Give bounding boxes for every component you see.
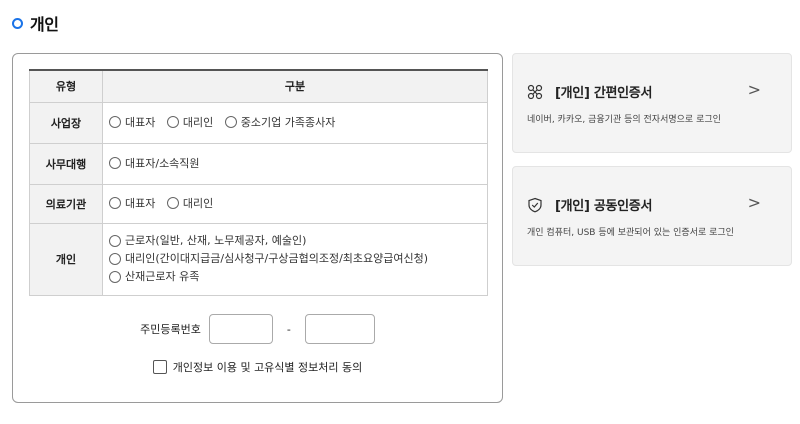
row-type-label: 사업장 xyxy=(29,101,103,144)
radio-personal-agent[interactable]: 대리인(간이대지급금/심사청구/구상금협의조정/최초요양급여신청) xyxy=(109,250,481,268)
row-options: 대표자 대리인 중소기업 가족종사자 xyxy=(102,101,488,144)
card-description: 개인 컴퓨터, USB 등에 보관되어 있는 인증서로 로그인 xyxy=(527,228,734,238)
consent-row[interactable]: 개인정보 이용 및 고유식별 정보처리 동의 xyxy=(13,359,502,375)
radio-personal-worker[interactable]: 근로자(일반, 산재, 노무제공자, 예술인) xyxy=(109,232,481,250)
radio-medical-owner[interactable]: 대표자 xyxy=(109,195,155,211)
card-head: [개인] 공동인증서 xyxy=(527,195,652,214)
row-type-label: 의료기관 xyxy=(29,183,103,224)
table-row: 사무대행 대표자/소속직원 xyxy=(29,142,488,185)
radio-icon[interactable] xyxy=(166,116,179,128)
row-options: 대표자/소속직원 xyxy=(102,142,488,185)
row-type-label: 개인 xyxy=(29,222,103,296)
radio-business-owner[interactable]: 대표자 xyxy=(109,114,155,130)
chevron-right-icon[interactable]: > xyxy=(748,193,761,212)
login-form-box: 유형 구분 사업장 대표자 대리인 중소기업 가족종사자 사무대행 대표자/소속… xyxy=(12,53,503,403)
card-description: 네이버, 카카오, 금융기관 등의 전자서명으로 로그인 xyxy=(527,115,721,125)
header-category: 구분 xyxy=(102,69,488,103)
radio-icon[interactable] xyxy=(109,235,121,247)
radio-personal-bereaved[interactable]: 산재근로자 유족 xyxy=(109,268,481,286)
row-options: 대표자 대리인 xyxy=(102,183,488,224)
shield-check-icon xyxy=(527,197,543,213)
row-options: 근로자(일반, 산재, 노무제공자, 예술인) 대리인(간이대지급금/심사청구/… xyxy=(102,222,488,296)
section-title-text: 개인 xyxy=(30,15,59,34)
circle-bullet-icon xyxy=(12,17,23,29)
radio-business-family[interactable]: 중소기업 가족종사자 xyxy=(224,114,335,130)
simple-cert-login-card[interactable]: [개인] 간편인증서 > 네이버, 카카오, 금융기관 등의 전자서명으로 로그… xyxy=(512,53,792,153)
radio-icon[interactable] xyxy=(224,116,237,128)
table-row: 개인 근로자(일반, 산재, 노무제공자, 예술인) 대리인(간이대지급금/심사… xyxy=(29,222,488,296)
radio-icon[interactable] xyxy=(109,197,121,209)
card-title: [개인] 간편인증서 xyxy=(555,86,653,101)
rrn-separator: - xyxy=(286,322,291,336)
rrn-first-input[interactable] xyxy=(208,314,273,344)
radio-icon[interactable] xyxy=(166,197,179,209)
radio-icon[interactable] xyxy=(109,157,121,169)
consent-checkbox[interactable] xyxy=(152,360,167,374)
consent-label[interactable]: 개인정보 이용 및 고유식별 정보처리 동의 xyxy=(173,359,363,375)
rrn-label: 주민등록번호 xyxy=(140,323,201,336)
rrn-row: 주민등록번호 - xyxy=(13,314,502,344)
rrn-second-input[interactable] xyxy=(304,314,375,344)
chevron-right-icon[interactable]: > xyxy=(748,80,761,99)
table-row: 사업장 대표자 대리인 중소기업 가족종사자 xyxy=(29,101,488,144)
radio-icon[interactable] xyxy=(109,253,121,265)
card-head: [개인] 간편인증서 xyxy=(527,82,652,101)
user-type-table: 유형 구분 사업장 대표자 대리인 중소기업 가족종사자 사무대행 대표자/소속… xyxy=(29,69,488,296)
header-type: 유형 xyxy=(29,69,103,103)
radio-office-staff[interactable]: 대표자/소속직원 xyxy=(109,155,200,171)
radio-icon[interactable] xyxy=(109,116,121,128)
simple-cert-icon xyxy=(527,84,543,100)
row-type-label: 사무대행 xyxy=(29,142,103,185)
radio-business-agent[interactable]: 대리인 xyxy=(166,114,213,130)
joint-cert-login-card[interactable]: [개인] 공동인증서 > 개인 컴퓨터, USB 등에 보관되어 있는 인증서로… xyxy=(512,166,792,266)
card-title: [개인] 공동인증서 xyxy=(555,199,653,214)
radio-icon[interactable] xyxy=(109,271,121,283)
table-row: 의료기관 대표자 대리인 xyxy=(29,183,488,224)
radio-medical-agent[interactable]: 대리인 xyxy=(166,195,213,211)
section-title: 개인 xyxy=(12,11,59,35)
